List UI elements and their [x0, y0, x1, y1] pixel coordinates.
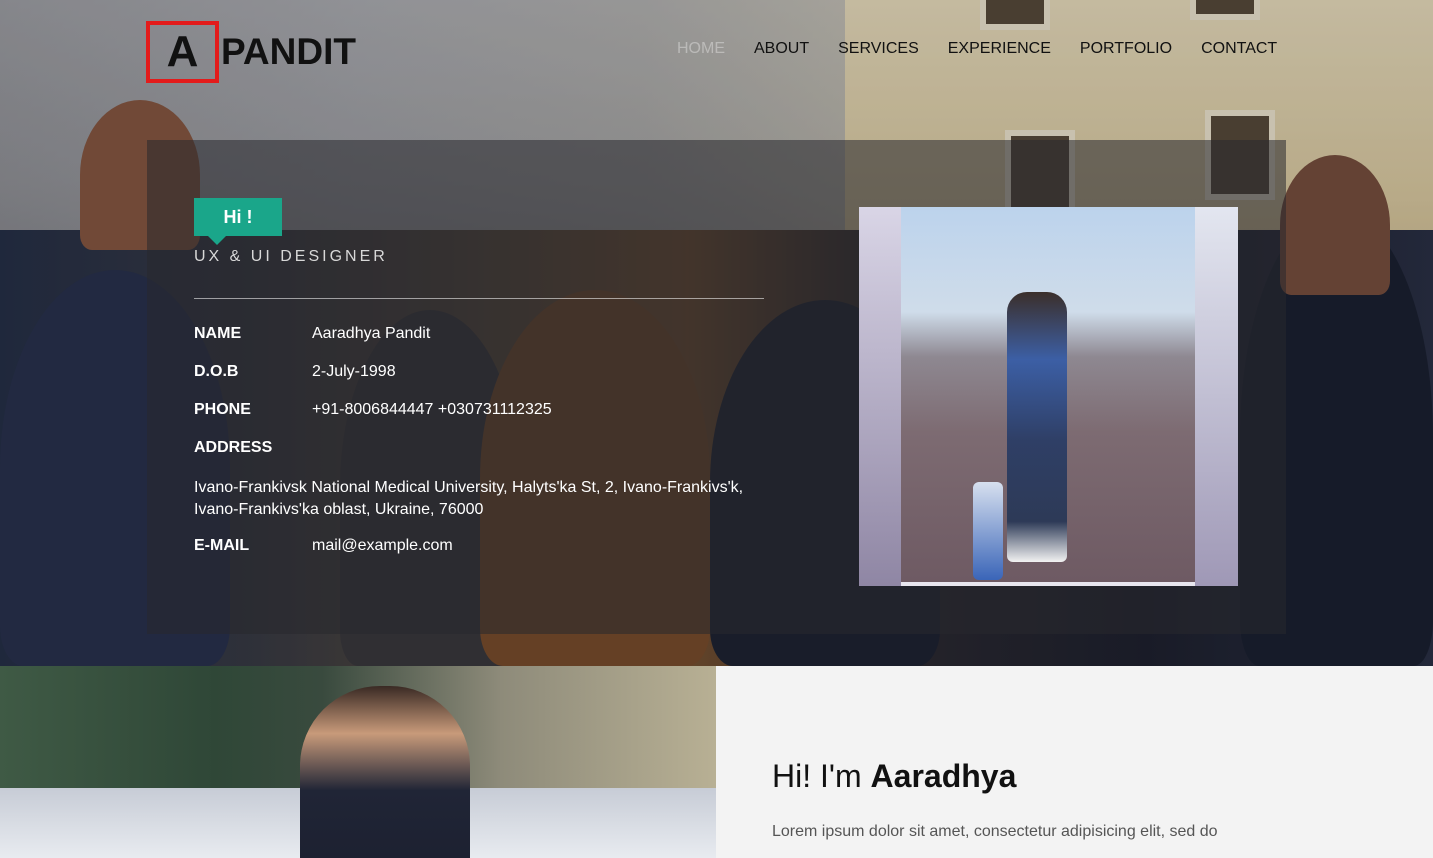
email-link[interactable]: mail@example.com: [312, 537, 453, 555]
about-text: Lorem ipsum dolor sit amet, consectetur …: [772, 823, 1218, 840]
greeting-name: Aaradhya: [870, 758, 1017, 794]
nav-about[interactable]: ABOUT: [754, 40, 809, 58]
detail-value: +91-8006844447 +030731112325: [312, 401, 552, 418]
detail-label: E-MAIL: [194, 537, 250, 554]
panel-divider: [194, 298, 764, 299]
nav-services[interactable]: SERVICES: [838, 40, 919, 58]
nav-home[interactable]: HOME: [677, 40, 725, 58]
photo-person: [300, 686, 470, 858]
detail-label: PHONE: [194, 401, 251, 418]
main-nav: HOME ABOUT SERVICES EXPERIENCE PORTFOLIO…: [677, 40, 1277, 58]
profile-photo: [859, 207, 1238, 586]
detail-label: NAME: [194, 325, 242, 342]
about-photo: [0, 666, 716, 858]
detail-value: Aaradhya Pandit: [312, 325, 431, 342]
detail-value: 2-July-1998: [312, 363, 396, 380]
logo-letter-box: A: [146, 21, 219, 83]
detail-label: ADDRESS: [194, 439, 273, 456]
photo-suitcase: [973, 482, 1003, 580]
photo-person: [1007, 292, 1067, 562]
greeting-prefix: Hi! I'm: [772, 758, 871, 794]
hi-badge: Hi !: [194, 198, 282, 245]
site-logo[interactable]: A PANDIT: [146, 21, 356, 83]
nav-experience[interactable]: EXPERIENCE: [948, 40, 1051, 58]
about-greeting: Hi! I'm Aaradhya: [772, 758, 1016, 795]
photo-main: [901, 207, 1195, 582]
detail-label: D.O.B: [194, 363, 239, 380]
nav-contact[interactable]: CONTACT: [1201, 40, 1277, 58]
logo-name: PANDIT: [221, 31, 356, 72]
photo-blur-right: [1195, 207, 1238, 586]
address-value: Ivano-Frankivsk National Medical Univers…: [194, 479, 744, 518]
nav-portfolio[interactable]: PORTFOLIO: [1080, 40, 1172, 58]
photo-blur-left: [859, 207, 901, 586]
role-title: UX & UI DESIGNER: [194, 248, 388, 265]
